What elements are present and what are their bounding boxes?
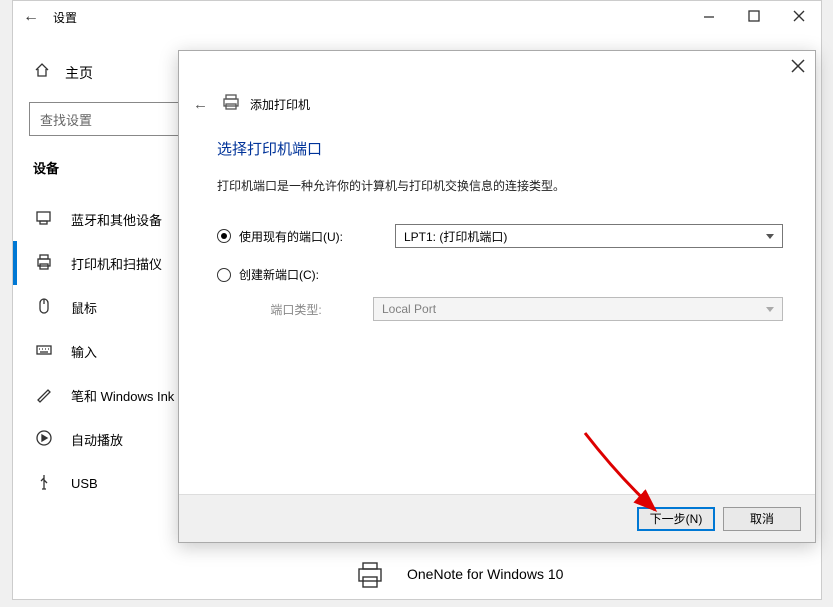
cancel-button[interactable]: 取消: [723, 507, 801, 531]
dialog-back-button[interactable]: ←: [189, 94, 212, 115]
pen-icon: [35, 385, 53, 406]
maximize-button[interactable]: [731, 2, 776, 32]
sidebar-item-label: 鼠标: [71, 298, 97, 317]
autoplay-icon: [35, 429, 53, 450]
dialog-description: 打印机端口是一种允许你的计算机与打印机交换信息的连接类型。: [217, 177, 783, 194]
option-label-create: 创建新端口(C):: [239, 266, 395, 283]
usb-icon: [35, 473, 53, 494]
home-icon: [33, 61, 51, 84]
titlebar: ← 设置: [13, 1, 821, 33]
printer-header-icon: [222, 93, 240, 116]
dialog-breadcrumb: 添加打印机: [250, 96, 310, 113]
port-select-value: LPT1: (打印机端口): [404, 228, 507, 245]
port-type-select: Local Port: [373, 297, 783, 321]
option-create-new[interactable]: 创建新端口(C):: [217, 266, 783, 283]
sidebar-item-label: 打印机和扫描仪: [71, 254, 162, 273]
next-button[interactable]: 下一步(N): [637, 507, 715, 531]
bluetooth-icon: [35, 209, 53, 230]
keyboard-icon: [35, 341, 53, 362]
content-area: OneNote for Windows 10: [343, 541, 813, 607]
close-window-button[interactable]: [776, 2, 821, 32]
close-icon: [790, 8, 808, 26]
sidebar-item-label: 蓝牙和其他设备: [71, 210, 162, 229]
port-type-row: 端口类型: Local Port: [239, 297, 783, 321]
search-placeholder: 查找设置: [40, 110, 92, 129]
mouse-icon: [35, 297, 53, 318]
port-type-value: Local Port: [382, 302, 436, 316]
minimize-button[interactable]: [686, 2, 731, 32]
sidebar-item-label: 输入: [71, 342, 97, 361]
option-use-existing[interactable]: 使用现有的端口(U): LPT1: (打印机端口): [217, 224, 783, 248]
printer-list-item[interactable]: OneNote for Windows 10: [343, 541, 813, 607]
minimize-icon: [700, 8, 718, 26]
dialog-close-button[interactable]: [791, 59, 805, 78]
port-type-label: 端口类型:: [239, 301, 373, 318]
maximize-icon: [745, 8, 763, 26]
dialog-body: 选择打印机端口 打印机端口是一种允许你的计算机与打印机交换信息的连接类型。 使用…: [179, 116, 815, 321]
add-printer-dialog: ← 添加打印机 选择打印机端口 打印机端口是一种允许你的计算机与打印机交换信息的…: [178, 50, 816, 543]
printer-item-icon: [353, 557, 387, 591]
back-button[interactable]: ←: [23, 8, 53, 26]
window-title: 设置: [53, 9, 77, 26]
sidebar-item-label: 自动播放: [71, 430, 123, 449]
radio-use-existing[interactable]: [217, 229, 231, 243]
home-label: 主页: [65, 63, 93, 83]
radio-create-new[interactable]: [217, 268, 231, 282]
option-label-existing: 使用现有的端口(U):: [239, 228, 395, 245]
printer-icon: [35, 253, 53, 274]
dialog-footer: 下一步(N) 取消: [179, 494, 815, 542]
dialog-title: 选择打印机端口: [217, 138, 783, 159]
sidebar-item-label: USB: [71, 476, 98, 491]
dialog-header: ← 添加打印机: [179, 51, 815, 116]
printer-item-label: OneNote for Windows 10: [407, 566, 563, 582]
sidebar-item-label: 笔和 Windows Ink: [71, 386, 174, 405]
port-select[interactable]: LPT1: (打印机端口): [395, 224, 783, 248]
